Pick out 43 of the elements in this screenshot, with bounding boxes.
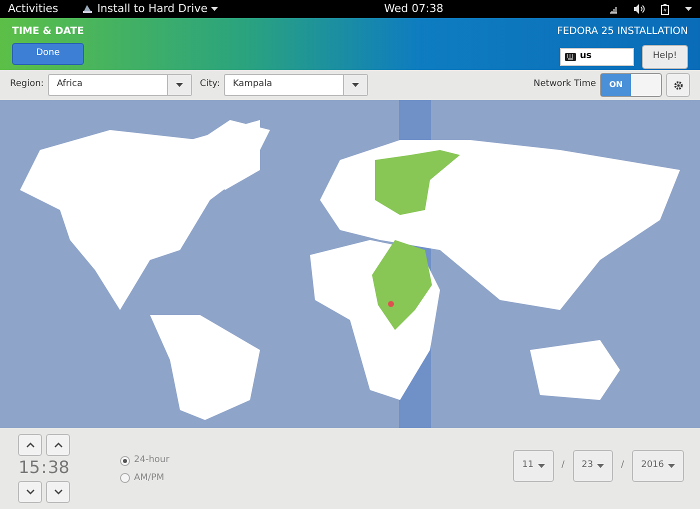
time-separator: : xyxy=(41,460,47,477)
installer-icon xyxy=(82,4,94,14)
keyboard-icon xyxy=(564,52,576,61)
caret-icon xyxy=(685,7,692,11)
chevron-up-icon xyxy=(26,442,34,448)
settings-icon xyxy=(672,80,684,90)
activities-button[interactable]: Activities xyxy=(8,0,58,18)
chevron-down-icon xyxy=(26,489,34,495)
product-title: FEDORA 25 INSTALLATION xyxy=(557,25,688,39)
caret-icon xyxy=(538,464,545,468)
caret-icon xyxy=(176,83,183,87)
hour-value: 15 xyxy=(18,460,40,477)
screen-title: TIME & DATE xyxy=(12,25,84,39)
keyboard-layout-indicator[interactable]: us xyxy=(560,48,634,66)
done-button[interactable]: Done xyxy=(12,43,84,64)
date-separator: / xyxy=(621,459,624,472)
chevron-down-icon xyxy=(54,489,62,495)
volume-icon[interactable] xyxy=(634,4,645,14)
chevron-up-icon xyxy=(54,442,62,448)
date-separator: / xyxy=(562,459,565,472)
day-dropdown[interactable]: 23 xyxy=(572,450,614,482)
battery-icon[interactable] xyxy=(661,4,669,14)
radio-button[interactable] xyxy=(120,456,130,466)
app-menu[interactable]: Install to Hard Drive xyxy=(82,0,218,18)
network-icon[interactable] xyxy=(609,4,618,14)
city-dropdown[interactable]: Kampala xyxy=(224,74,368,96)
region-label: Region: xyxy=(10,78,44,92)
city-label: City: xyxy=(200,78,220,92)
clock[interactable]: Wed 07:38 xyxy=(384,2,444,15)
year-dropdown[interactable]: 2016 xyxy=(632,450,684,482)
month-dropdown[interactable]: 11 xyxy=(513,450,554,482)
minute-down-button[interactable] xyxy=(46,481,70,503)
region-dropdown[interactable]: Africa xyxy=(48,74,192,96)
caret-icon xyxy=(668,464,675,468)
help-button[interactable]: Help! xyxy=(642,45,688,68)
caret-icon xyxy=(597,464,604,468)
network-time-label: Network Time xyxy=(534,78,596,92)
caret-icon xyxy=(352,83,359,87)
caret-icon xyxy=(211,7,218,11)
minute-value: 38 xyxy=(48,460,70,477)
hour-down-button[interactable] xyxy=(18,481,42,503)
radio-button[interactable] xyxy=(120,473,130,484)
settings-button[interactable] xyxy=(666,73,690,97)
